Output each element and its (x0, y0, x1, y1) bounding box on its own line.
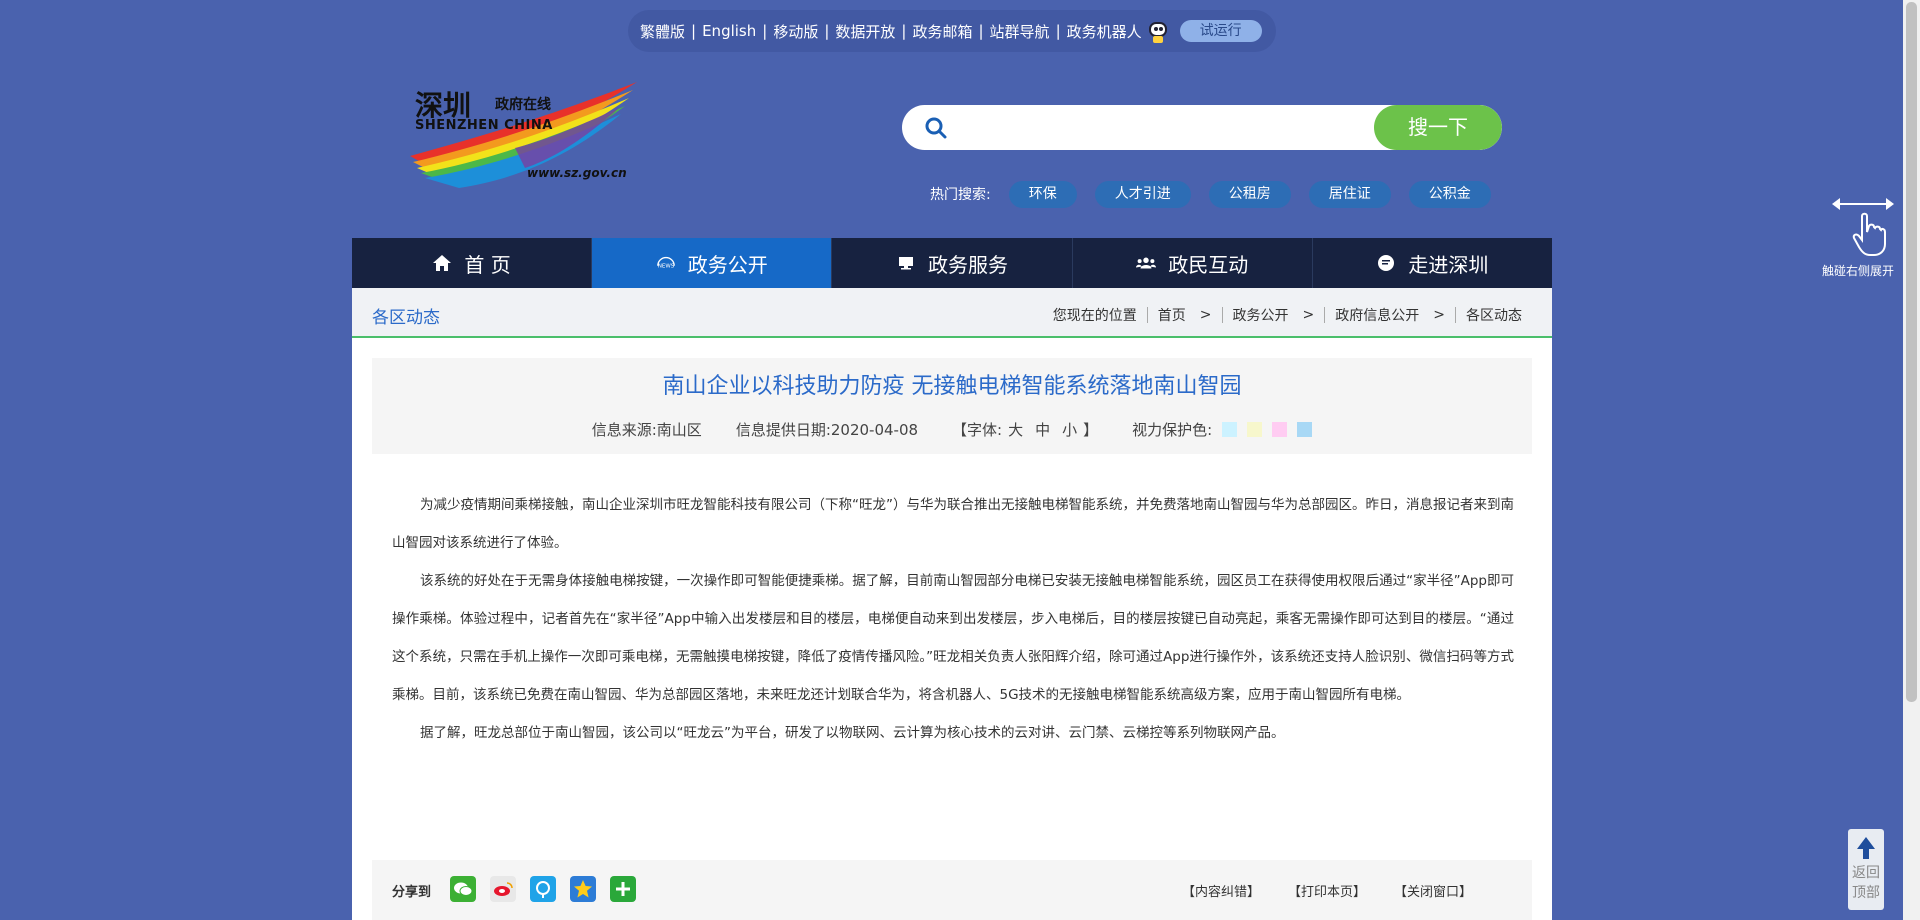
print-page-link[interactable]: 【打印本页】 (1288, 881, 1366, 900)
separator: | (762, 22, 768, 40)
people-icon (1136, 253, 1157, 273)
font-size-large[interactable]: 大 (1008, 419, 1023, 440)
logo-url-text: www.sz.gov.cn (527, 166, 627, 180)
font-size-end: 】 (1083, 421, 1099, 439)
nav-shenzhen[interactable]: 走进深圳 (1313, 238, 1552, 288)
link-gov-robot[interactable]: 政务机器人 (1067, 21, 1142, 42)
svg-text:NEWS: NEWS (658, 264, 675, 270)
article-paragraph: 为减少疫情期间乘梯接触，南山企业深圳市旺龙智能科技有限公司（下称“旺龙”）与华为… (392, 497, 1514, 551)
separator: | (691, 22, 697, 40)
eye-color-swatch[interactable] (1247, 422, 1263, 437)
section-header: 各区动态 您现在的位置 首页 > 政务公开 > 政府信息公开 > 各区动态 (352, 288, 1552, 338)
hot-tag[interactable]: 环保 (1008, 180, 1077, 208)
site-logo[interactable]: 深圳 政府在线 SHENZHEN CHINA www.sz.gov.cn (405, 78, 645, 188)
search-input[interactable] (962, 105, 1342, 150)
link-open-data[interactable]: 数据开放 (835, 21, 895, 42)
hot-tag[interactable]: 公租房 (1208, 180, 1291, 208)
weibo-icon[interactable] (490, 876, 516, 902)
article-title: 南山企业以科技助力防疫 无接触电梯智能系统落地南山智园 (662, 374, 1242, 399)
nav-gov-services[interactable]: 政务服务 (832, 238, 1073, 288)
eye-color-swatch[interactable] (1272, 422, 1288, 437)
font-size-label: 【字体: (952, 421, 1003, 439)
article-paragraph: 该系统的好处在于无需身体接触电梯按键，一次操作即可智能便捷乘梯。据了解，目前南山… (392, 573, 1514, 703)
back-to-top-text: 顶部 (1852, 885, 1880, 901)
logo-en-text: SHENZHEN CHINA (415, 118, 553, 133)
link-gov-mail[interactable]: 政务邮箱 (912, 21, 972, 42)
breadcrumb: 您现在的位置 首页 > 政务公开 > 政府信息公开 > 各区动态 (1052, 305, 1522, 325)
eye-protect-label: 视力保护色: (1132, 421, 1213, 439)
hand-pointer-icon (1852, 212, 1886, 256)
nav-home[interactable]: 首 页 (352, 238, 593, 288)
hot-tag[interactable]: 公积金 (1408, 180, 1491, 208)
eye-protect-control: 视力保护色: (1132, 419, 1313, 440)
share-icons (450, 876, 650, 902)
breadcrumb-item[interactable]: 政务公开 (1233, 305, 1289, 325)
hot-tag[interactable]: 居住证 (1308, 180, 1391, 208)
wechat-icon[interactable] (450, 876, 476, 902)
main-content: 各区动态 您现在的位置 首页 > 政务公开 > 政府信息公开 > 各区动态 南山… (352, 288, 1552, 920)
article-body: 为减少疫情期间乘梯接触，南山企业深圳市旺龙智能科技有限公司（下称“旺龙”）与华为… (392, 486, 1514, 752)
separator: | (901, 22, 907, 40)
nav-interaction[interactable]: 政民互动 (1073, 238, 1313, 288)
nav-gov-affairs[interactable]: NEWS 政务公开 (592, 238, 833, 288)
breadcrumb-item[interactable]: 各区动态 (1466, 305, 1522, 325)
double-arrow-icon (1832, 198, 1894, 210)
qq-space-icon[interactable] (530, 876, 556, 902)
article-date: 信息提供日期:2020-04-08 (735, 421, 919, 439)
eye-color-swatch[interactable] (1297, 422, 1313, 437)
page-actions: 【内容纠错】 【打印本页】 【关闭窗口】 (1154, 881, 1472, 900)
breadcrumb-item[interactable]: 首页 (1158, 305, 1186, 325)
font-size-small[interactable]: 小 (1062, 419, 1077, 440)
article-source: 信息来源:南山区 (591, 421, 702, 439)
top-link-bar: 繁體版 | English | 移动版 | 数据开放 | 政务邮箱 | 站群导航… (628, 10, 1276, 52)
share-bar: 分享到 【内容纠错】 【打印本页】 【关闭窗口】 (372, 860, 1532, 920)
chat-icon (1376, 253, 1396, 273)
article-header: 南山企业以科技助力防疫 无接触电梯智能系统落地南山智园 信息来源:南山区 信息提… (372, 358, 1532, 454)
back-to-top-button[interactable]: 返回 顶部 (1848, 829, 1884, 910)
nav-label: 政民互动 (1168, 252, 1249, 277)
home-icon (432, 253, 452, 273)
more-plus-icon[interactable] (610, 876, 636, 902)
arrow-up-icon (1857, 837, 1875, 849)
article-meta: 信息来源:南山区 信息提供日期:2020-04-08 【字体: 大 中 小 】 … (372, 419, 1532, 440)
close-window-link[interactable]: 【关闭窗口】 (1394, 881, 1472, 900)
share-label: 分享到 (392, 885, 432, 900)
search-icon (925, 117, 947, 139)
report-error-link[interactable]: 【内容纠错】 (1182, 881, 1260, 900)
nav-label: 政务公开 (687, 252, 768, 277)
breadcrumb-item[interactable]: 政府信息公开 (1335, 305, 1419, 325)
font-size-control: 【字体: 大 中 小 】 (952, 419, 1098, 440)
side-hint-text: 触碰右侧展开 (1822, 264, 1895, 278)
robot-icon[interactable] (1146, 19, 1170, 43)
separator: | (978, 22, 984, 40)
back-to-top-text: 返回 (1852, 865, 1880, 881)
news-icon: NEWS (656, 253, 676, 273)
link-mobile[interactable]: 移动版 (773, 21, 818, 42)
trial-badge: 试运行 (1179, 20, 1262, 42)
separator: | (1055, 22, 1061, 40)
eye-color-swatch[interactable] (1222, 422, 1238, 437)
article-paragraph: 据了解，旺龙总部位于南山智园，该公司以“旺龙云”为平台，研发了以物联网、云计算为… (420, 725, 1285, 741)
nav-label: 首 页 (464, 252, 511, 277)
search-box: 搜一下 (902, 105, 1502, 150)
search-button[interactable]: 搜一下 (1374, 105, 1502, 150)
nav-label: 政务服务 (928, 252, 1008, 277)
hot-tag[interactable]: 人才引进 (1094, 180, 1191, 208)
link-english[interactable]: English (702, 22, 756, 40)
link-traditional[interactable]: 繁體版 (640, 21, 685, 42)
font-size-medium[interactable]: 中 (1035, 419, 1050, 440)
section-title[interactable]: 各区动态 (372, 303, 440, 328)
main-nav: 首 页 NEWS 政务公开 政务服务 政民互动 走进深圳 (352, 238, 1552, 288)
scrollbar-thumb[interactable] (1906, 2, 1917, 702)
favorite-star-icon[interactable] (570, 876, 596, 902)
page-scrollbar[interactable] (1903, 0, 1920, 920)
nav-label: 走进深圳 (1408, 252, 1489, 277)
link-site-nav[interactable]: 站群导航 (990, 21, 1050, 42)
separator: | (824, 22, 830, 40)
hot-search: 热门搜索: 环保 人才引进 公租房 居住证 公积金 (930, 180, 1509, 208)
monitor-icon (896, 253, 916, 273)
breadcrumb-label: 您现在的位置 (1052, 308, 1137, 324)
hot-search-label: 热门搜索: (930, 187, 991, 203)
logo-cn-sub-text: 政府在线 (495, 97, 551, 113)
